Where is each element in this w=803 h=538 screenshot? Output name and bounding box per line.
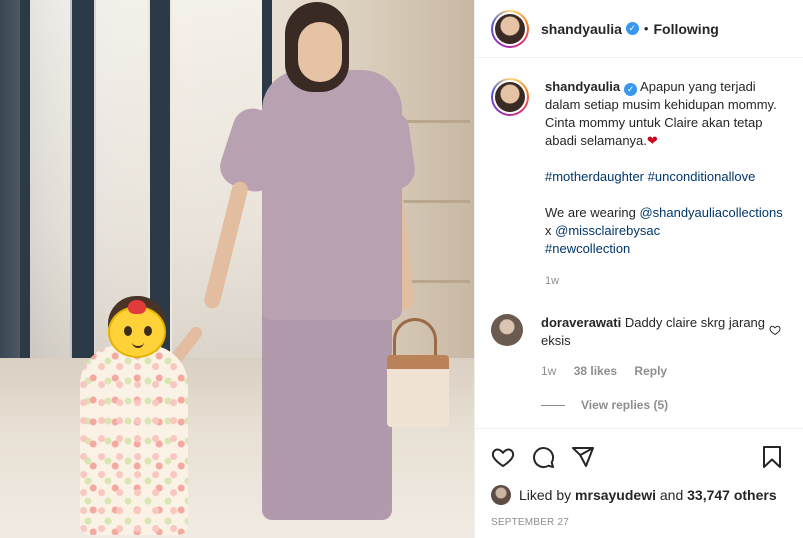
- verified-badge-icon: ✓: [625, 22, 639, 35]
- view-replies-button[interactable]: View replies (5): [541, 396, 791, 414]
- view-replies-label: View replies (5): [581, 398, 669, 412]
- comment: doraverawati Daddy claire skrg jarang ek…: [491, 314, 791, 414]
- comment-likes[interactable]: 38 likes: [574, 364, 617, 378]
- hair-bow-icon: [128, 300, 146, 314]
- mention-link[interactable]: @shandyauliacollections: [639, 205, 782, 220]
- liker-avatar[interactable]: [491, 485, 511, 505]
- share-send-icon[interactable]: [571, 445, 595, 469]
- caption-timestamp[interactable]: 1w: [545, 272, 791, 290]
- hashtag-link[interactable]: #unconditionallove: [648, 169, 756, 184]
- post-actions: Liked by mrsayudewi and 33,747 others SE…: [475, 428, 803, 528]
- header-separator: •: [643, 21, 649, 36]
- comment-like-heart-icon[interactable]: [769, 324, 781, 336]
- comment-meta: 1w 38 likes Reply: [541, 362, 791, 380]
- post-date[interactable]: SEPTEMBER 27: [491, 517, 788, 528]
- caption: shandyaulia ✓ Apapun yang terjadi dalam s…: [491, 78, 791, 290]
- verified-badge-icon: ✓: [624, 82, 638, 96]
- following-button[interactable]: Following: [653, 21, 718, 37]
- comment-bubble-icon[interactable]: [531, 445, 555, 469]
- caption-username[interactable]: shandyaulia: [545, 79, 620, 94]
- caption-author-avatar[interactable]: [491, 78, 529, 116]
- liked-by-user[interactable]: mrsayudewi: [575, 487, 656, 503]
- hashtag-link[interactable]: #motherdaughter: [545, 169, 644, 184]
- commenter-avatar[interactable]: [491, 314, 523, 346]
- heart-emoji-icon: ❤: [646, 133, 658, 148]
- author-username[interactable]: shandyaulia: [541, 21, 622, 37]
- mother-face: [298, 22, 342, 82]
- handbag: [387, 355, 449, 427]
- x-text: x: [545, 223, 552, 238]
- hashtag-link[interactable]: #newcollection: [545, 241, 630, 256]
- comment-timestamp[interactable]: 1w: [541, 364, 556, 378]
- child-floral-dress: [80, 345, 188, 535]
- bookmark-save-icon[interactable]: [760, 445, 784, 469]
- post-photo[interactable]: [0, 0, 474, 538]
- like-heart-icon[interactable]: [491, 445, 515, 469]
- post-side-panel: shandyaulia ✓ • Following shandyaulia ✓ A…: [474, 0, 803, 538]
- liked-by-prefix: Liked by: [519, 487, 572, 503]
- liked-by-and: and: [659, 487, 684, 503]
- reply-button[interactable]: Reply: [634, 364, 667, 378]
- window-pane: [30, 0, 70, 380]
- post-header: shandyaulia ✓ • Following: [475, 0, 803, 58]
- mother-jumpsuit-top: [262, 70, 402, 320]
- mention-link[interactable]: @missclairebysac: [555, 223, 660, 238]
- liked-by: Liked by mrsayudewi and 33,747 others: [491, 485, 788, 505]
- storefront-pillar: [20, 0, 30, 420]
- wearing-text: We are wearing: [545, 205, 636, 220]
- author-avatar[interactable]: [491, 9, 529, 48]
- commenter-username[interactable]: doraverawati: [541, 315, 621, 330]
- likes-count-button[interactable]: 33,747 others: [687, 487, 777, 503]
